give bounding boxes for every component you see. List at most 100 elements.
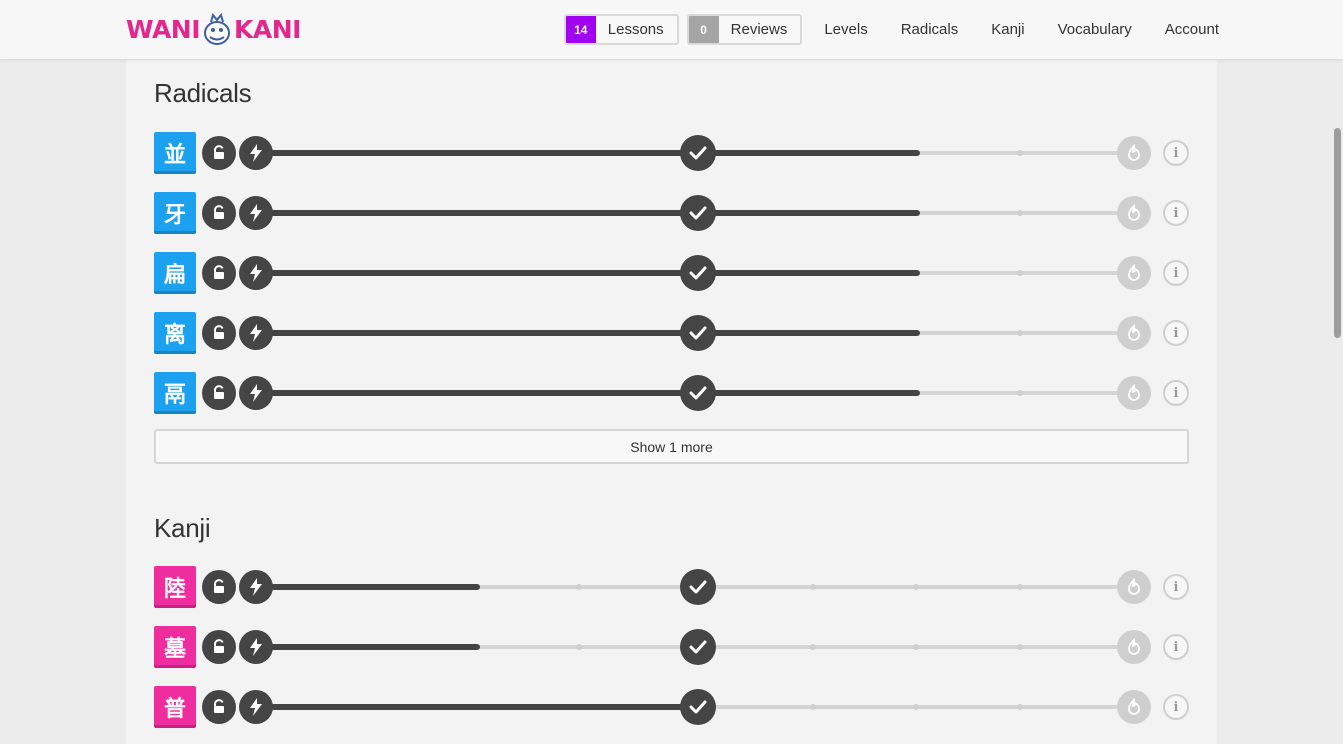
radical-character-tile[interactable]: 扁	[154, 252, 196, 294]
checkmark-icon	[680, 569, 716, 605]
unlock-icon	[202, 316, 236, 350]
kanji-progress-row: 墓i	[154, 626, 1190, 668]
progress-stage-dot	[1017, 644, 1023, 650]
info-icon[interactable]: i	[1163, 320, 1189, 346]
progress-fill	[256, 390, 920, 396]
nav-link-radicals[interactable]: Radicals	[901, 21, 959, 38]
reviews-label: Reviews	[730, 21, 788, 38]
burned-flame-icon	[1117, 690, 1151, 724]
burned-flame-icon	[1117, 136, 1151, 170]
kanji-character-tile[interactable]: 陸	[154, 566, 196, 608]
progress-stage-dot	[1017, 584, 1023, 590]
unlock-icon	[202, 196, 236, 230]
radical-character-tile[interactable]: 离	[154, 312, 196, 354]
info-icon[interactable]: i	[1163, 634, 1189, 660]
lessons-count-badge: 14	[565, 16, 596, 43]
page-scrollbar[interactable]	[1334, 128, 1341, 338]
radical-progress-row: 並i	[154, 132, 1190, 174]
top-navigation-bar: WANI KANI 14 Lessons 0 Reviews Levels Ra…	[0, 0, 1343, 60]
progress-fill	[256, 210, 920, 216]
lightning-icon	[239, 690, 273, 724]
kanji-character-tile[interactable]: 墓	[154, 626, 196, 668]
nav-link-vocabulary[interactable]: Vocabulary	[1058, 21, 1132, 38]
progress-stage-dot	[576, 644, 582, 650]
unlock-icon	[202, 570, 236, 604]
progress-stage-dot	[810, 584, 816, 590]
progress-stage-dot	[810, 644, 816, 650]
progress-stage-dot	[913, 584, 919, 590]
progress-stage-dot	[913, 704, 919, 710]
kanji-progress-row: 陸i	[154, 566, 1190, 608]
progress-fill	[256, 584, 480, 590]
level-progress-panel: Radicals 並i牙i扁i离i鬲i Show 1 more Kanji 陸i…	[126, 60, 1217, 744]
lightning-icon	[239, 570, 273, 604]
unlock-icon	[202, 136, 236, 170]
radical-progress-row: 鬲i	[154, 372, 1190, 414]
burned-flame-icon	[1117, 316, 1151, 350]
progress-fill	[256, 644, 480, 650]
show-more-button[interactable]: Show 1 more	[154, 429, 1189, 464]
info-icon[interactable]: i	[1163, 380, 1189, 406]
radical-progress-row: 牙i	[154, 192, 1190, 234]
lightning-icon	[239, 376, 273, 410]
lessons-button[interactable]: 14 Lessons	[563, 14, 679, 45]
nav-link-kanji[interactable]: Kanji	[991, 21, 1024, 38]
checkmark-icon	[680, 135, 716, 171]
unlock-icon	[202, 690, 236, 724]
wanikani-logo[interactable]: WANI KANI	[126, 12, 301, 46]
burned-flame-icon	[1117, 196, 1151, 230]
progress-stage-dot	[576, 584, 582, 590]
progress-stage-dot	[1017, 270, 1023, 276]
burned-flame-icon	[1117, 570, 1151, 604]
progress-stage-dot	[810, 704, 816, 710]
burned-flame-icon	[1117, 256, 1151, 290]
info-icon[interactable]: i	[1163, 140, 1189, 166]
lightning-icon	[239, 196, 273, 230]
progress-stage-dot	[1017, 704, 1023, 710]
nav-link-levels[interactable]: Levels	[824, 21, 867, 38]
reviews-count-badge: 0	[688, 16, 719, 43]
radical-character-tile[interactable]: 鬲	[154, 372, 196, 414]
unlock-icon	[202, 630, 236, 664]
info-icon[interactable]: i	[1163, 574, 1189, 600]
info-icon[interactable]: i	[1163, 260, 1189, 286]
logo-text-wani: WANI	[126, 14, 201, 44]
kanji-character-tile[interactable]: 普	[154, 686, 196, 728]
crabigator-icon	[204, 12, 231, 45]
checkmark-icon	[680, 629, 716, 665]
progress-fill	[256, 330, 920, 336]
radical-character-tile[interactable]: 並	[154, 132, 196, 174]
progress-stage-dot	[1017, 330, 1023, 336]
progress-stage-dot	[913, 644, 919, 650]
lightning-icon	[239, 256, 273, 290]
nav-link-account[interactable]: Account	[1165, 21, 1219, 38]
checkmark-icon	[680, 195, 716, 231]
lightning-icon	[239, 630, 273, 664]
unlock-icon	[202, 376, 236, 410]
info-icon[interactable]: i	[1163, 694, 1189, 720]
checkmark-icon	[680, 689, 716, 725]
checkmark-icon	[680, 315, 716, 351]
logo-text-kani: KANI	[234, 14, 301, 44]
lightning-icon	[239, 136, 273, 170]
kanji-progress-row: 普i	[154, 686, 1190, 728]
progress-fill	[256, 704, 698, 710]
progress-fill	[256, 150, 920, 156]
unlock-icon	[202, 256, 236, 290]
main-nav: 14 Lessons 0 Reviews Levels Radicals Kan…	[563, 14, 1219, 45]
checkmark-icon	[680, 255, 716, 291]
checkmark-icon	[680, 375, 716, 411]
radical-character-tile[interactable]: 牙	[154, 192, 196, 234]
radical-progress-row: 离i	[154, 312, 1190, 354]
info-icon[interactable]: i	[1163, 200, 1189, 226]
reviews-button[interactable]: 0 Reviews	[686, 14, 803, 45]
progress-fill	[256, 270, 920, 276]
burned-flame-icon	[1117, 630, 1151, 664]
kanji-section-title: Kanji	[154, 513, 211, 543]
radicals-section-title: Radicals	[154, 78, 252, 108]
progress-stage-dot	[1017, 150, 1023, 156]
progress-stage-dot	[1017, 390, 1023, 396]
radical-progress-row: 扁i	[154, 252, 1190, 294]
lessons-label: Lessons	[607, 21, 664, 38]
lightning-icon	[239, 316, 273, 350]
